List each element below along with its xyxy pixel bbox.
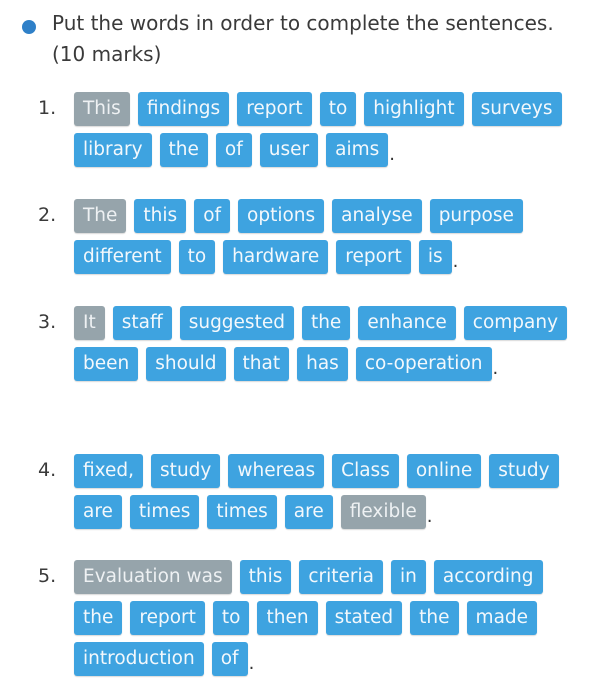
draggable-word-tile[interactable]: stated: [325, 601, 403, 635]
draggable-word-tile[interactable]: report: [237, 92, 312, 126]
word-tiles: Evaluation was this criteria in according the…: [74, 560, 598, 683]
draggable-word-tile[interactable]: hardware: [223, 240, 329, 274]
draggable-word-tile[interactable]: in: [391, 560, 426, 594]
draggable-word-tile[interactable]: the: [410, 601, 459, 635]
sentence-end-punctuation: .: [248, 653, 255, 674]
draggable-word-tile[interactable]: the: [301, 306, 351, 340]
draggable-word-tile[interactable]: times: [129, 495, 200, 529]
fixed-word-tile: It: [74, 306, 105, 340]
question-3: 3. It staff suggested the enhance company been…: [38, 306, 598, 388]
draggable-word-tile[interactable]: according: [433, 560, 543, 594]
draggable-word-tile[interactable]: study: [151, 454, 221, 488]
word-tiles: The this of options analyse purpose different t…: [74, 199, 598, 281]
question-number: 1.: [38, 97, 57, 119]
draggable-word-tile[interactable]: staff: [112, 306, 172, 340]
draggable-word-tile[interactable]: of: [211, 642, 248, 676]
draggable-word-tile[interactable]: is: [418, 240, 452, 274]
draggable-word-tile[interactable]: made: [466, 601, 538, 635]
draggable-word-tile[interactable]: report: [130, 601, 205, 635]
word-tiles: This findings report to highlight surveys libr…: [74, 92, 598, 174]
draggable-word-tile[interactable]: are: [284, 495, 333, 529]
instruction-text: Put the words in order to complete the s…: [52, 8, 602, 70]
draggable-word-tile[interactable]: to: [212, 601, 250, 635]
draggable-word-tile[interactable]: whereas: [228, 454, 325, 488]
marks-label: (10 marks): [52, 42, 162, 66]
draggable-word-tile[interactable]: enhance: [358, 306, 456, 340]
draggable-word-tile[interactable]: has: [297, 347, 348, 381]
fixed-word-tile: The: [74, 199, 127, 233]
draggable-word-tile[interactable]: this: [134, 199, 187, 233]
draggable-word-tile[interactable]: different: [74, 240, 171, 274]
draggable-word-tile[interactable]: to: [319, 92, 357, 126]
sentence-end-punctuation: .: [389, 144, 395, 165]
bullet-icon: [22, 20, 36, 34]
question-number: 3.: [38, 311, 57, 333]
draggable-word-tile[interactable]: study: [489, 454, 559, 488]
draggable-word-tile[interactable]: of: [215, 133, 252, 167]
word-tiles: fixed, study whereas Class online study are tim…: [74, 454, 598, 536]
question-number: 5.: [38, 565, 57, 587]
question-2: 2. The this of options analyse purpose differe…: [38, 199, 598, 281]
draggable-word-tile[interactable]: findings: [137, 92, 230, 126]
sentence-end-punctuation: .: [492, 358, 499, 379]
question-number: 4.: [38, 459, 57, 481]
draggable-word-tile[interactable]: should: [146, 347, 226, 381]
draggable-word-tile[interactable]: then: [257, 601, 318, 635]
fixed-word-tile: This: [74, 92, 130, 126]
draggable-word-tile[interactable]: surveys: [471, 92, 562, 126]
sentence-end-punctuation: .: [452, 251, 459, 272]
draggable-word-tile[interactable]: options: [238, 199, 325, 233]
draggable-word-tile[interactable]: user: [259, 133, 319, 167]
draggable-word-tile[interactable]: of: [194, 199, 231, 233]
word-tiles: It staff suggested the enhance company been sho…: [74, 306, 598, 388]
draggable-word-tile[interactable]: library: [74, 133, 152, 167]
fixed-word-tile: Evaluation was: [74, 560, 232, 594]
question-4: 4. fixed, study whereas Class online study are…: [38, 454, 598, 536]
draggable-word-tile[interactable]: purpose: [429, 199, 523, 233]
fixed-word-tile: flexible: [340, 495, 426, 529]
draggable-word-tile[interactable]: are: [74, 495, 122, 529]
instructions: Put the words in order to complete the s…: [22, 8, 602, 70]
draggable-word-tile[interactable]: company: [463, 306, 568, 340]
draggable-word-tile[interactable]: been: [74, 347, 139, 381]
sentence-end-punctuation: .: [426, 506, 433, 527]
draggable-word-tile[interactable]: highlight: [364, 92, 464, 126]
draggable-word-tile[interactable]: introduction: [74, 642, 204, 676]
draggable-word-tile[interactable]: criteria: [299, 560, 384, 594]
draggable-word-tile[interactable]: Class: [332, 454, 399, 488]
draggable-word-tile[interactable]: suggested: [179, 306, 294, 340]
draggable-word-tile[interactable]: co-operation: [355, 347, 492, 381]
draggable-word-tile[interactable]: times: [207, 495, 277, 529]
draggable-word-tile[interactable]: analyse: [332, 199, 422, 233]
draggable-word-tile[interactable]: this: [239, 560, 292, 594]
draggable-word-tile[interactable]: that: [233, 347, 290, 381]
instruction-line: Put the words in order to complete the s…: [52, 11, 554, 35]
draggable-word-tile[interactable]: fixed,: [74, 454, 144, 488]
draggable-word-tile[interactable]: the: [74, 601, 123, 635]
question-number: 2.: [38, 204, 57, 226]
draggable-word-tile[interactable]: the: [159, 133, 208, 167]
draggable-word-tile[interactable]: aims: [326, 133, 389, 167]
draggable-word-tile[interactable]: report: [336, 240, 411, 274]
question-5: 5. Evaluation was this criteria in according…: [38, 560, 598, 683]
question-1: 1. This findings report to highlight surveys l…: [38, 92, 598, 174]
draggable-word-tile[interactable]: to: [178, 240, 216, 274]
draggable-word-tile[interactable]: online: [406, 454, 482, 488]
